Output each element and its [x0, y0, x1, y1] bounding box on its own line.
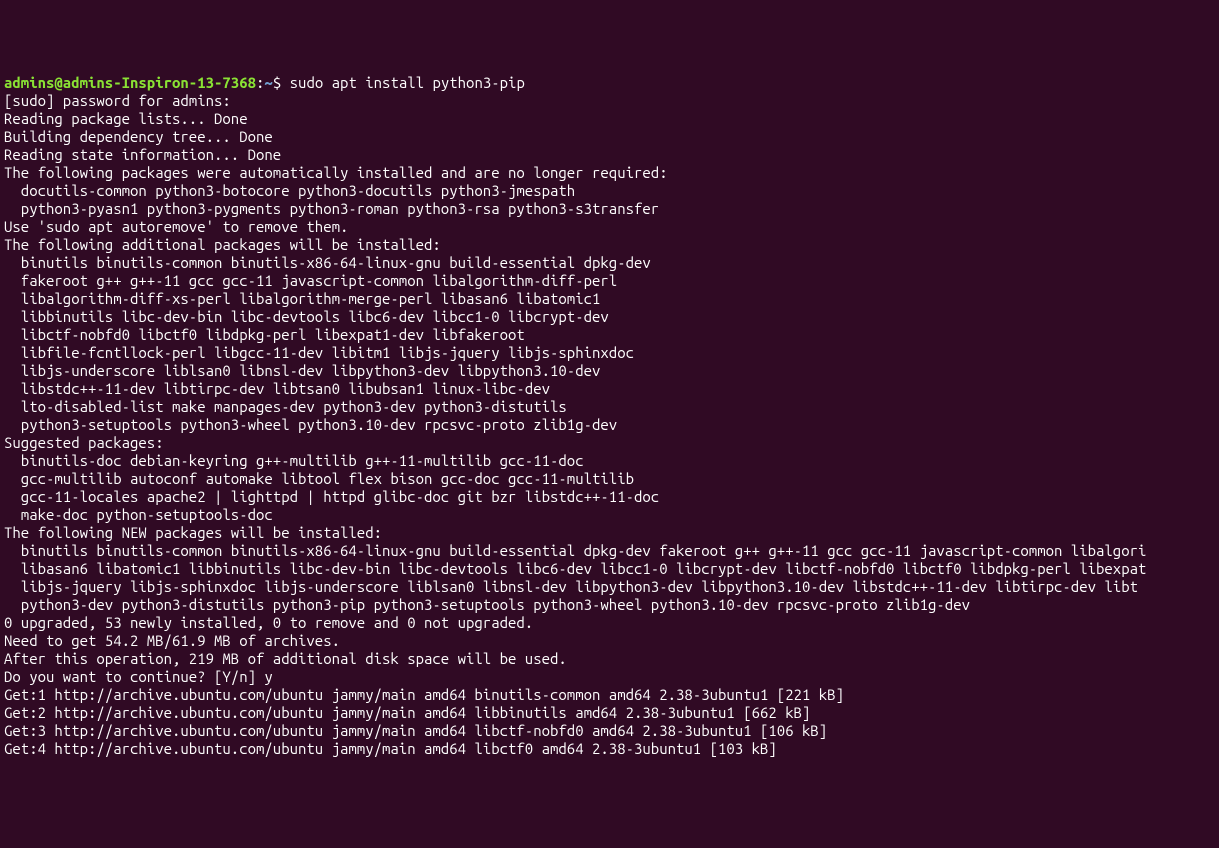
output-line: gcc-multilib autoconf automake libtool f…	[4, 470, 1215, 488]
output-line: Reading package lists... Done	[4, 110, 1215, 128]
output-line: python3-pyasn1 python3-pygments python3-…	[4, 200, 1215, 218]
output-line: make-doc python-setuptools-doc	[4, 506, 1215, 524]
command-text: sudo apt install python3-pip	[290, 74, 525, 91]
output-line: libalgorithm-diff-xs-perl libalgorithm-m…	[4, 290, 1215, 308]
output-line: [sudo] password for admins:	[4, 92, 1215, 110]
output-line: The following additional packages will b…	[4, 236, 1215, 254]
output-line: Get:2 http://archive.ubuntu.com/ubuntu j…	[4, 704, 1215, 722]
output-line: binutils binutils-common binutils-x86-64…	[4, 542, 1215, 560]
prompt-line: admins@admins-Inspiron-13-7368:~$ sudo a…	[4, 74, 1215, 92]
output-line: binutils-doc debian-keyring g++-multilib…	[4, 452, 1215, 470]
output-line: lto-disabled-list make manpages-dev pyth…	[4, 398, 1215, 416]
output-line: python3-setuptools python3-wheel python3…	[4, 416, 1215, 434]
output-line: python3-dev python3-distutils python3-pi…	[4, 596, 1215, 614]
output-line: Get:3 http://archive.ubuntu.com/ubuntu j…	[4, 722, 1215, 740]
output-line: Suggested packages:	[4, 434, 1215, 452]
output-line: libfile-fcntllock-perl libgcc-11-dev lib…	[4, 344, 1215, 362]
output-line: fakeroot g++ g++-11 gcc gcc-11 javascrip…	[4, 272, 1215, 290]
prompt-path: ~	[264, 74, 272, 91]
output-line: gcc-11-locales apache2 | lighttpd | http…	[4, 488, 1215, 506]
output-line: The following packages were automaticall…	[4, 164, 1215, 182]
output-line: Need to get 54.2 MB/61.9 MB of archives.	[4, 632, 1215, 650]
output-line: libasan6 libatomic1 libbinutils libc-dev…	[4, 560, 1215, 578]
output-line: Get:4 http://archive.ubuntu.com/ubuntu j…	[4, 740, 1215, 758]
output-line: libstdc++-11-dev libtirpc-dev libtsan0 l…	[4, 380, 1215, 398]
output-line: The following NEW packages will be insta…	[4, 524, 1215, 542]
output-line: Reading state information... Done	[4, 146, 1215, 164]
output-line: Get:1 http://archive.ubuntu.com/ubuntu j…	[4, 686, 1215, 704]
terminal-window[interactable]: admins@admins-Inspiron-13-7368:~$ sudo a…	[4, 74, 1215, 758]
output-line: 0 upgraded, 53 newly installed, 0 to rem…	[4, 614, 1215, 632]
output-line: Do you want to continue? [Y/n] y	[4, 668, 1215, 686]
output-line: libjs-jquery libjs-sphinxdoc libjs-under…	[4, 578, 1215, 596]
prompt-dollar: $	[273, 74, 290, 91]
prompt-user-host: admins@admins-Inspiron-13-7368	[4, 74, 256, 91]
output-line: libbinutils libc-dev-bin libc-devtools l…	[4, 308, 1215, 326]
output-line: binutils binutils-common binutils-x86-64…	[4, 254, 1215, 272]
output-line: docutils-common python3-botocore python3…	[4, 182, 1215, 200]
output-line: libctf-nobfd0 libctf0 libdpkg-perl libex…	[4, 326, 1215, 344]
output-line: libjs-underscore liblsan0 libnsl-dev lib…	[4, 362, 1215, 380]
output-line: Use 'sudo apt autoremove' to remove them…	[4, 218, 1215, 236]
output-line: After this operation, 219 MB of addition…	[4, 650, 1215, 668]
output-line: Building dependency tree... Done	[4, 128, 1215, 146]
